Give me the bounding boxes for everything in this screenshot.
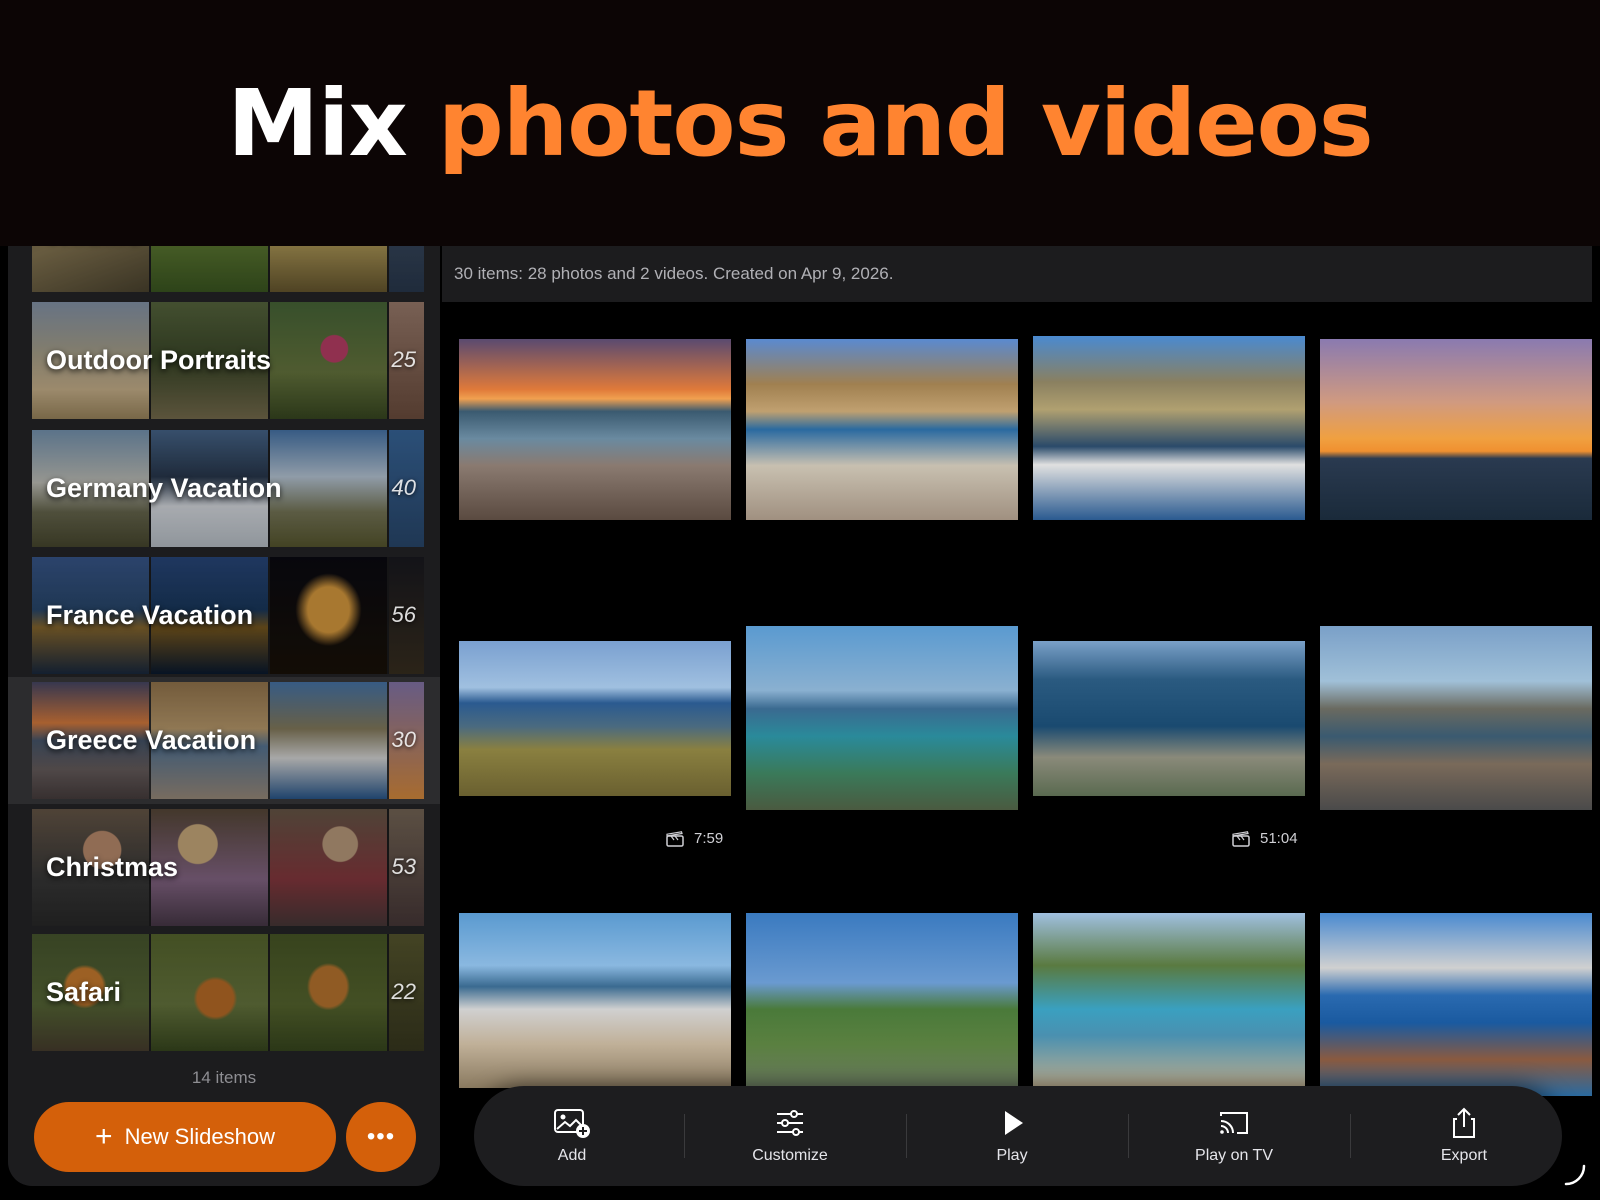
row-count: 30 bbox=[391, 727, 416, 752]
export-label: Export bbox=[1440, 1147, 1488, 1164]
ellipsis-icon: ••• bbox=[366, 1123, 396, 1150]
banner-title-white: Mix bbox=[227, 69, 407, 177]
slideshow-info-text: 30 items: 28 photos and 2 videos. Create… bbox=[454, 264, 894, 283]
customize-label: Customize bbox=[752, 1147, 828, 1164]
items-count: 14 items bbox=[191, 1068, 257, 1087]
video-duration-text: 51:04 bbox=[1260, 830, 1298, 847]
row-title: Safari bbox=[46, 977, 122, 1007]
more-options-button[interactable]: ••• bbox=[346, 1102, 416, 1172]
row-count: 40 bbox=[391, 475, 416, 500]
toolbar-divider bbox=[1350, 1114, 1351, 1158]
media-tile[interactable] bbox=[1033, 336, 1305, 520]
media-tile[interactable] bbox=[1033, 913, 1305, 1088]
row-count: 56 bbox=[391, 602, 416, 627]
banner-title-orange: photos and videos bbox=[437, 69, 1374, 177]
row-title: Germany Vacation bbox=[46, 473, 282, 503]
row-count: 53 bbox=[391, 854, 416, 879]
app-window: Mix photos and videos Wildlife 37 bbox=[0, 0, 1600, 1200]
promo-banner: Mix photos and videos bbox=[0, 0, 1600, 246]
media-tile[interactable] bbox=[1320, 913, 1592, 1096]
new-slideshow-button[interactable]: + New Slideshow bbox=[34, 1102, 336, 1172]
toolbar-divider bbox=[684, 1114, 685, 1158]
play-icon bbox=[1005, 1111, 1023, 1135]
media-tile[interactable] bbox=[459, 913, 731, 1088]
cast-icon bbox=[1220, 1112, 1248, 1134]
play-on-tv-button[interactable]: Play on TV bbox=[1154, 1086, 1314, 1186]
slideshow-sidebar[interactable]: Wildlife 37 Outdoor Portraits 25 bbox=[8, 236, 440, 1186]
slideshow-info: 30 items: 28 photos and 2 videos. Create… bbox=[442, 246, 1592, 302]
new-slideshow-label: New Slideshow bbox=[124, 1124, 275, 1149]
play-button[interactable]: Play bbox=[932, 1086, 1092, 1186]
media-tile[interactable] bbox=[1033, 641, 1305, 796]
row-count: 25 bbox=[391, 347, 416, 372]
row-title: Greece Vacation bbox=[46, 725, 257, 755]
sidebar-row-france-vacation[interactable]: France Vacation 56 bbox=[8, 552, 440, 679]
add-button[interactable]: Add bbox=[492, 1086, 652, 1186]
media-tile[interactable] bbox=[746, 626, 1018, 810]
media-tile[interactable] bbox=[1320, 626, 1592, 810]
add-photo-icon bbox=[554, 1109, 590, 1138]
sidebar-row-germany-vacation[interactable]: Germany Vacation 40 bbox=[8, 425, 440, 552]
play-on-tv-label: Play on TV bbox=[1195, 1147, 1273, 1164]
sidebar-row-outdoor-portraits[interactable]: Outdoor Portraits 25 bbox=[8, 297, 440, 424]
media-tile[interactable] bbox=[459, 339, 731, 520]
banner-title: Mix photos and videos bbox=[227, 69, 1374, 177]
row-title: Christmas bbox=[46, 852, 179, 882]
resize-corner-icon[interactable] bbox=[1560, 1160, 1590, 1190]
row-count: 22 bbox=[391, 979, 416, 1004]
media-tile[interactable] bbox=[1320, 339, 1592, 520]
row-title: Outdoor Portraits bbox=[46, 345, 272, 375]
video-duration: 51:04 bbox=[1232, 830, 1298, 847]
slideshow-detail: 30 items: 28 photos and 2 videos. Create… bbox=[442, 246, 1600, 1200]
media-tile[interactable] bbox=[746, 913, 1018, 1088]
share-icon bbox=[1453, 1107, 1475, 1138]
toolbar-divider bbox=[906, 1114, 907, 1158]
video-clapper-icon bbox=[1232, 830, 1250, 847]
customize-button[interactable]: Customize bbox=[710, 1086, 870, 1186]
row-title: France Vacation bbox=[46, 600, 254, 630]
media-tile[interactable] bbox=[746, 339, 1018, 520]
play-label: Play bbox=[996, 1147, 1028, 1164]
add-label: Add bbox=[557, 1147, 587, 1164]
media-tile[interactable] bbox=[459, 641, 731, 796]
export-button[interactable]: Export bbox=[1384, 1086, 1544, 1186]
sidebar-row-greece-vacation[interactable]: Greece Vacation 30 bbox=[8, 677, 440, 804]
sidebar-row-safari[interactable]: Safari 22 bbox=[8, 929, 440, 1056]
action-toolbar: Add Customize Play Play on TV Export bbox=[474, 1086, 1562, 1186]
toolbar-divider bbox=[1128, 1114, 1129, 1158]
sidebar-row-christmas[interactable]: Christmas 53 bbox=[8, 804, 440, 931]
video-duration-text: 7:59 bbox=[694, 830, 724, 847]
video-duration: 7:59 bbox=[666, 830, 723, 847]
sliders-icon bbox=[777, 1110, 803, 1136]
video-clapper-icon bbox=[666, 830, 684, 847]
plus-icon: + bbox=[95, 1120, 113, 1153]
